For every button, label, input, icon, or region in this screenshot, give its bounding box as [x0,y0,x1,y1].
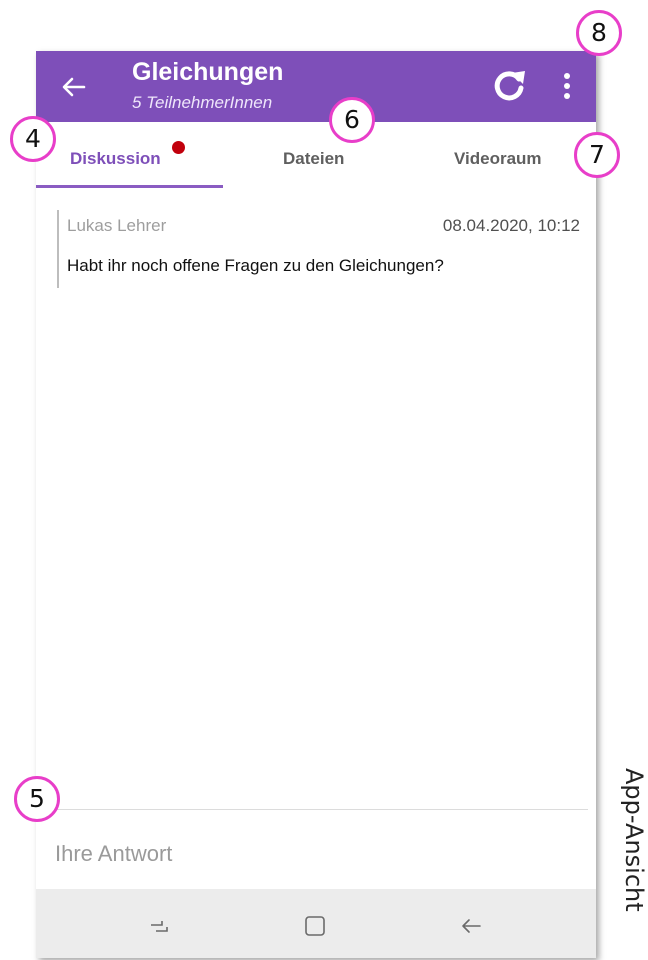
phone-screen: Gleichungen 5 TeilnehmerInnen Diskussion… [36,51,596,958]
reply-input[interactable] [55,834,575,874]
message-author: Lukas Lehrer [67,216,167,235]
callout-4: 4 [10,116,56,162]
participant-count: 5 TeilnehmerInnen [132,93,273,112]
refresh-button[interactable] [490,67,528,105]
tab-video-room[interactable]: Videoraum [454,149,542,169]
home-icon [305,916,325,936]
recent-apps-button[interactable] [144,911,174,941]
message-timestamp: 08.04.2020, 10:12 [442,216,580,235]
more-options-button[interactable] [552,69,582,103]
reply-divider [36,809,588,810]
side-label: App-Ansicht [620,768,648,912]
tab-files[interactable]: Dateien [283,149,344,169]
message-text: Habt ihr noch offene Fragen zu den Gleic… [67,256,444,275]
active-tab-indicator [36,185,223,188]
notification-dot [172,141,185,154]
more-vertical-icon [564,73,570,99]
callout-5: 5 [14,776,60,822]
app-bar: Gleichungen 5 TeilnehmerInnen [36,51,596,122]
system-nav-bar [36,889,596,958]
tab-bar: Diskussion Dateien Videoraum [36,122,596,189]
callout-8: 8 [576,10,622,56]
arrow-left-icon [62,77,86,97]
system-back-button[interactable] [456,911,486,941]
back-button[interactable] [58,71,90,103]
recent-apps-icon [151,921,168,932]
home-button[interactable] [300,911,330,941]
callout-6: 6 [329,97,375,143]
tab-discussion[interactable]: Diskussion [70,149,161,169]
back-arrow-icon [462,919,481,933]
callout-7: 7 [574,132,620,178]
refresh-icon [494,71,525,101]
page-title: Gleichungen [132,58,284,86]
message-item[interactable]: Lukas Lehrer 08.04.2020, 10:12 Habt ihr … [57,210,580,288]
